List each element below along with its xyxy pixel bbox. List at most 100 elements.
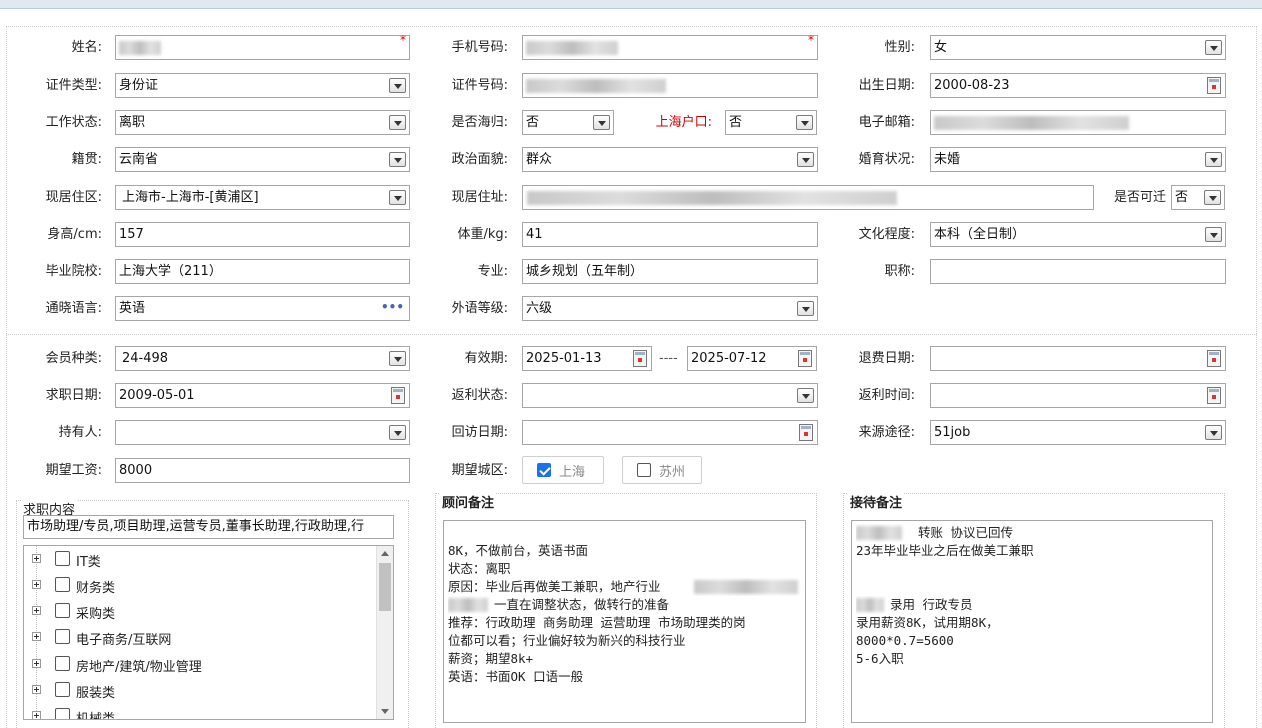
chevron-down-icon[interactable]: [1205, 40, 1222, 55]
expand-plus-icon[interactable]: [32, 685, 41, 694]
education-select[interactable]: 本科（全日制）: [930, 222, 1226, 247]
valid-from-field[interactable]: 2025-01-13: [522, 346, 652, 371]
expand-plus-icon[interactable]: [32, 554, 41, 563]
work-status-select[interactable]: 离职: [115, 110, 410, 135]
member-type-select[interactable]: 24-498: [115, 346, 410, 371]
reception-notes-textarea[interactable]: 转账 协议已回传 23年毕业毕业之后在做美工兼职 录用 行政专员 录用薪资8K，…: [851, 520, 1213, 723]
valid-to-field[interactable]: 2025-07-12: [687, 346, 817, 371]
tree-item[interactable]: 采购类: [24, 599, 374, 625]
checkbox-icon[interactable]: [55, 656, 70, 671]
chevron-down-icon[interactable]: [797, 301, 814, 316]
email-field[interactable]: [930, 110, 1226, 135]
member-type-label: 会员种类:: [45, 351, 102, 366]
checkbox-icon[interactable]: [637, 463, 651, 477]
gender-select[interactable]: 女: [930, 35, 1226, 60]
marital-value: 未婚: [934, 152, 961, 167]
chevron-down-icon[interactable]: [797, 388, 814, 403]
more-icon[interactable]: •••: [381, 300, 404, 314]
birth-date-field[interactable]: 2000-08-23: [930, 73, 1226, 98]
district-select[interactable]: 上海市-上海市-[黄浦区]: [115, 185, 410, 210]
chevron-down-icon[interactable]: [389, 152, 406, 167]
checkbox-icon[interactable]: [55, 551, 70, 566]
source-select[interactable]: 51job: [930, 420, 1226, 445]
calendar-icon[interactable]: [633, 350, 647, 367]
id-no-field[interactable]: [522, 73, 818, 98]
job-date-field[interactable]: 2009-05-01: [115, 383, 410, 408]
expand-plus-icon[interactable]: [32, 632, 41, 641]
chevron-down-icon[interactable]: [1205, 425, 1222, 440]
relocate-select[interactable]: 否: [1171, 185, 1225, 210]
scroll-up-icon[interactable]: [381, 551, 389, 556]
chevron-down-icon[interactable]: [1204, 190, 1221, 205]
name-field[interactable]: *: [115, 33, 410, 60]
city-option-shanghai[interactable]: 上海: [522, 456, 604, 484]
valid-from-value: 2025-01-13: [526, 351, 602, 366]
checkbox-icon[interactable]: [55, 577, 70, 592]
marital-select[interactable]: 未婚: [930, 147, 1226, 172]
calendar-icon[interactable]: [1207, 77, 1221, 94]
scroll-down-icon[interactable]: [381, 709, 389, 714]
language-field[interactable]: 英语 •••: [115, 296, 410, 321]
checkbox-icon[interactable]: [55, 629, 70, 644]
rebate-time-field[interactable]: [930, 383, 1226, 408]
chevron-down-icon[interactable]: [1205, 227, 1222, 242]
weight-field[interactable]: 41: [522, 222, 818, 247]
tree-item[interactable]: 房地产/建筑/物业管理: [24, 652, 374, 678]
checkbox-icon[interactable]: [55, 708, 70, 719]
revisit-date-field[interactable]: [522, 420, 818, 445]
job-category-tree[interactable]: IT类 财务类 采购类 电子商务/互联网 房地产/建筑/物业管理 服装类 机械类: [23, 545, 394, 720]
chevron-down-icon[interactable]: [1205, 152, 1222, 167]
holder-select[interactable]: [115, 420, 410, 445]
expand-plus-icon[interactable]: [32, 580, 41, 589]
tree-item[interactable]: 电子商务/互联网: [24, 625, 374, 651]
chevron-down-icon[interactable]: [389, 425, 406, 440]
tree-item[interactable]: 机械类: [24, 704, 374, 719]
calendar-icon[interactable]: [798, 350, 812, 367]
lang-level-select[interactable]: 六级: [522, 296, 818, 321]
sh-hukou-select[interactable]: 否: [725, 110, 817, 135]
salary-value: 8000: [119, 463, 153, 478]
address-field[interactable]: [522, 185, 1094, 210]
checkbox-icon[interactable]: [55, 682, 70, 697]
city-option-suzhou[interactable]: 苏州: [622, 456, 702, 484]
checkbox-icon[interactable]: [55, 603, 70, 618]
source-value: 51job: [934, 425, 971, 440]
height-field[interactable]: 157: [115, 222, 410, 247]
advisor-notes-textarea[interactable]: 8K，不做前台，英语书面 状态：离职 原因：毕业后再做美工兼职，地产行业 一直在…: [443, 520, 806, 723]
chevron-down-icon[interactable]: [389, 190, 406, 205]
tree-item-label: 采购类: [76, 607, 116, 622]
refund-date-field[interactable]: [930, 346, 1226, 371]
redacted-text: [856, 598, 884, 612]
chevron-down-icon[interactable]: [389, 115, 406, 130]
chevron-down-icon[interactable]: [389, 78, 406, 93]
scroll-thumb[interactable]: [379, 563, 391, 611]
chevron-down-icon[interactable]: [593, 115, 610, 130]
tree-item[interactable]: 财务类: [24, 573, 374, 599]
chevron-down-icon[interactable]: [389, 351, 406, 366]
calendar-icon[interactable]: [799, 424, 813, 441]
school-field[interactable]: 上海大学（211）: [115, 259, 410, 284]
title-field[interactable]: [930, 259, 1226, 284]
major-field[interactable]: 城乡规划（五年制）: [522, 259, 818, 284]
calendar-icon[interactable]: [1207, 350, 1221, 367]
native-select[interactable]: 云南省: [115, 147, 410, 172]
tree-scrollbar[interactable]: [376, 546, 393, 719]
tree-item[interactable]: 服装类: [24, 678, 374, 704]
political-select[interactable]: 群众: [522, 147, 818, 172]
rebate-status-select[interactable]: [522, 383, 818, 408]
calendar-icon[interactable]: [391, 387, 405, 404]
calendar-icon[interactable]: [1207, 387, 1221, 404]
overseas-select[interactable]: 否: [522, 110, 614, 135]
job-summary-field[interactable]: 市场助理/专员,项目助理,运营专员,董事长助理,行政助理,行: [23, 515, 394, 539]
checkbox-checked-icon[interactable]: [537, 463, 551, 477]
expand-plus-icon[interactable]: [32, 711, 41, 719]
expand-plus-icon[interactable]: [32, 659, 41, 668]
chevron-down-icon[interactable]: [797, 152, 814, 167]
phone-field[interactable]: *: [522, 33, 818, 60]
id-type-select[interactable]: 身份证: [115, 73, 410, 98]
chevron-down-icon[interactable]: [796, 115, 813, 130]
tree-item[interactable]: IT类: [24, 547, 374, 573]
redacted-name: [119, 41, 161, 55]
expand-plus-icon[interactable]: [32, 606, 41, 615]
salary-field[interactable]: 8000: [115, 458, 410, 483]
